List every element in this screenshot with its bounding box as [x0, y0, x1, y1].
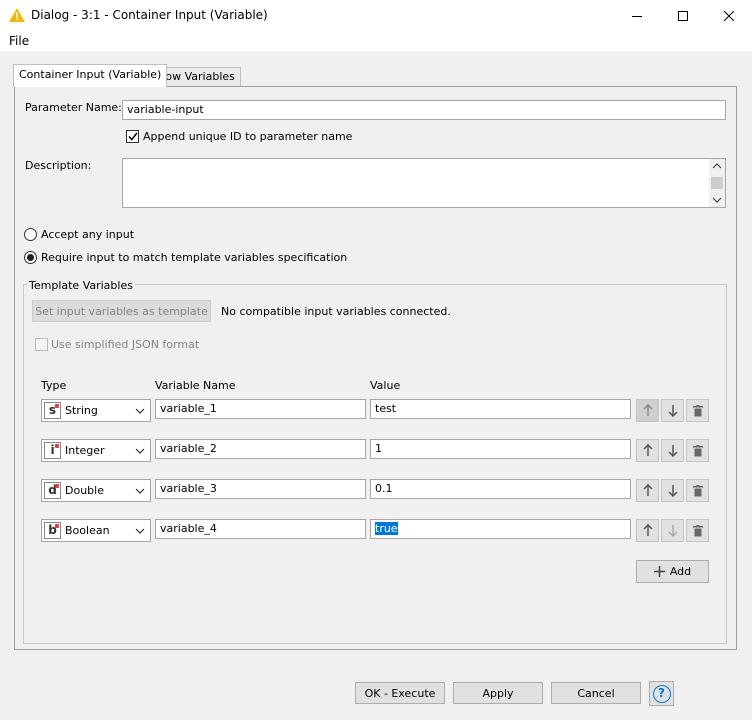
- window-title: Dialog - 3:1 - Container Input (Variable…: [31, 8, 268, 22]
- scroll-down-icon[interactable]: [712, 197, 722, 203]
- radio-selected-dot: [27, 254, 34, 261]
- require-match-radio[interactable]: [24, 251, 37, 264]
- plus-icon: [653, 566, 665, 577]
- apply-button[interactable]: Apply: [453, 682, 543, 704]
- arrow-down-icon: [667, 445, 678, 457]
- trash-icon: [692, 404, 703, 416]
- append-id-label: Append unique ID to parameter name: [143, 130, 353, 143]
- trash-icon: [692, 524, 703, 536]
- type-select-value: String: [65, 404, 98, 417]
- column-value-header: Value: [370, 379, 401, 392]
- delete-button-row-2[interactable]: [686, 439, 709, 462]
- trash-icon: [692, 484, 703, 496]
- type-select-row-4[interactable]: b Boolean: [41, 519, 151, 542]
- description-label: Description:: [25, 159, 92, 172]
- move-down-button-row-4[interactable]: [661, 519, 684, 542]
- chevron-down-icon[interactable]: [130, 440, 150, 461]
- append-id-checkbox[interactable]: [126, 130, 139, 143]
- add-button-label: Add: [669, 565, 692, 578]
- simplified-json-label: Use simplified JSON format: [51, 338, 200, 351]
- type-select-value: Integer: [65, 444, 105, 457]
- chevron-down-icon[interactable]: [130, 400, 150, 421]
- add-variable-button[interactable]: Add: [636, 560, 709, 583]
- menu-bar: File: [0, 31, 752, 51]
- delete-button-row-3[interactable]: [686, 479, 709, 502]
- cancel-button[interactable]: Cancel: [551, 682, 641, 704]
- move-down-button-row-3[interactable]: [661, 479, 684, 502]
- type-select-value: Boolean: [65, 524, 110, 537]
- type-select-value: Double: [65, 484, 104, 497]
- minimize-icon: [632, 15, 642, 17]
- type-select-row-1[interactable]: s String: [41, 399, 151, 422]
- variable-name-input-row-4[interactable]: variable_4: [155, 519, 366, 539]
- help-icon: ?: [652, 684, 671, 703]
- template-variables-title: Template Variables: [27, 279, 135, 292]
- maximize-icon: [678, 10, 688, 21]
- variable-value-input-row-3[interactable]: 0.1: [370, 479, 631, 499]
- close-button[interactable]: [706, 0, 752, 31]
- chevron-down-icon[interactable]: [130, 480, 150, 501]
- trash-icon: [692, 444, 703, 456]
- string-type-icon: s: [44, 402, 61, 419]
- move-down-button-row-1[interactable]: [661, 399, 684, 422]
- type-select-row-2[interactable]: i Integer: [41, 439, 151, 462]
- parameter-name-label: Parameter Name:: [25, 101, 122, 114]
- close-icon: [724, 10, 734, 21]
- variable-name-input-row-3[interactable]: variable_3: [155, 479, 366, 499]
- arrow-up-icon: [642, 524, 653, 536]
- title-bar: Dialog - 3:1 - Container Input (Variable…: [0, 0, 752, 31]
- description-scrollbar[interactable]: [709, 159, 725, 207]
- simplified-json-checkbox[interactable]: [35, 338, 48, 351]
- variable-name-input-row-2[interactable]: variable_2: [155, 439, 366, 459]
- arrow-up-icon: [642, 484, 653, 496]
- arrow-up-icon: [642, 444, 653, 456]
- accept-any-radio[interactable]: [24, 228, 37, 241]
- arrow-up-icon: [642, 404, 653, 416]
- warning-triangle-icon: [9, 8, 25, 22]
- move-up-button-row-2[interactable]: [636, 439, 659, 462]
- set-template-button[interactable]: Set input variables as template: [32, 300, 211, 322]
- selected-value-text: true: [375, 522, 398, 535]
- arrow-down-icon: [667, 525, 678, 537]
- require-match-label: Require input to match template variable…: [41, 251, 348, 264]
- minimize-button[interactable]: [614, 0, 660, 31]
- move-down-button-row-2[interactable]: [661, 439, 684, 462]
- checkmark-icon: [127, 132, 138, 141]
- delete-button-row-4[interactable]: [686, 519, 709, 542]
- arrow-down-icon: [667, 405, 678, 417]
- column-type-header: Type: [41, 379, 67, 392]
- variable-name-input-row-1[interactable]: variable_1: [155, 399, 366, 419]
- arrow-down-icon: [667, 485, 678, 497]
- help-button[interactable]: ?: [649, 681, 674, 706]
- accept-any-label: Accept any input: [41, 228, 135, 241]
- ok-execute-button[interactable]: OK - Execute: [355, 682, 445, 704]
- delete-button-row-1[interactable]: [686, 399, 709, 422]
- scroll-up-icon[interactable]: [712, 163, 722, 169]
- move-up-button-row-3[interactable]: [636, 479, 659, 502]
- integer-type-icon: i: [44, 442, 61, 459]
- parameter-name-input[interactable]: variable-input: [122, 100, 726, 120]
- tab-container-input[interactable]: Container Input (Variable): [13, 64, 168, 87]
- maximize-button[interactable]: [660, 0, 706, 31]
- description-textarea[interactable]: [122, 158, 726, 208]
- variable-value-input-row-1[interactable]: test: [370, 399, 631, 419]
- help-glyph: ?: [658, 685, 665, 700]
- boolean-type-icon: b: [44, 522, 61, 539]
- move-up-button-row-4[interactable]: [636, 519, 659, 542]
- type-select-row-3[interactable]: d Double: [41, 479, 151, 502]
- menu-file[interactable]: File: [9, 34, 29, 48]
- variable-value-input-row-2[interactable]: 1: [370, 439, 631, 459]
- variable-value-input-row-4[interactable]: true: [370, 519, 631, 539]
- double-type-icon: d: [44, 482, 61, 499]
- move-up-button-row-1[interactable]: [636, 399, 659, 422]
- no-compatible-text: No compatible input variables connected.: [221, 305, 451, 318]
- column-name-header: Variable Name: [155, 379, 236, 392]
- chevron-down-icon[interactable]: [130, 520, 150, 541]
- scroll-thumb[interactable]: [711, 177, 723, 189]
